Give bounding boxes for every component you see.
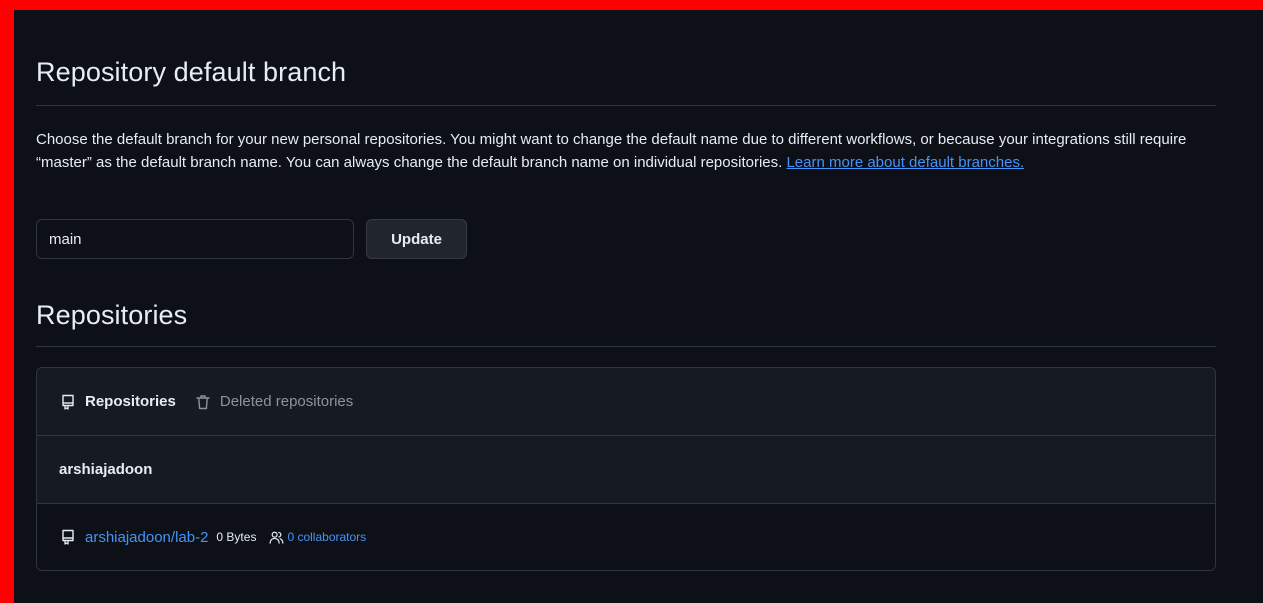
repositories-box: Repositories Deleted repositories arshia…	[36, 367, 1216, 571]
tab-repositories[interactable]: Repositories	[59, 393, 176, 411]
update-button[interactable]: Update	[366, 219, 467, 259]
default-branch-input[interactable]	[36, 219, 354, 259]
repositories-heading: Repositories	[36, 300, 188, 330]
repositories-tabs: Repositories Deleted repositories	[37, 368, 1215, 436]
default-branch-heading: Repository default branch	[36, 57, 347, 87]
people-icon	[268, 529, 284, 545]
collaborators-count: 0 collaborators	[287, 530, 367, 544]
default-branch-description: Choose the default branch for your new p…	[36, 128, 1216, 174]
owner-row: arshiajadoon	[37, 436, 1215, 504]
collaborators-link[interactable]: 0 collaborators	[268, 529, 366, 545]
section-divider	[36, 346, 1216, 347]
repo-icon	[59, 528, 77, 546]
repo-icon	[59, 393, 77, 411]
settings-page: Repository default branch Choose the def…	[14, 10, 1263, 603]
tab-deleted-repositories[interactable]: Deleted repositories	[194, 393, 353, 411]
section-divider	[36, 105, 1216, 106]
repo-size: 0 Bytes	[216, 530, 257, 544]
trash-icon	[194, 393, 212, 411]
tab-label: Deleted repositories	[219, 393, 354, 410]
tab-label: Repositories	[85, 393, 176, 410]
owner-name: arshiajadoon	[59, 461, 153, 478]
list-item: arshiajadoon/lab-2 0 Bytes 0 collaborato…	[37, 504, 1215, 570]
repo-link[interactable]: arshiajadoon/lab-2	[85, 529, 208, 546]
learn-more-link[interactable]: Learn more about default branches.	[786, 154, 1024, 171]
